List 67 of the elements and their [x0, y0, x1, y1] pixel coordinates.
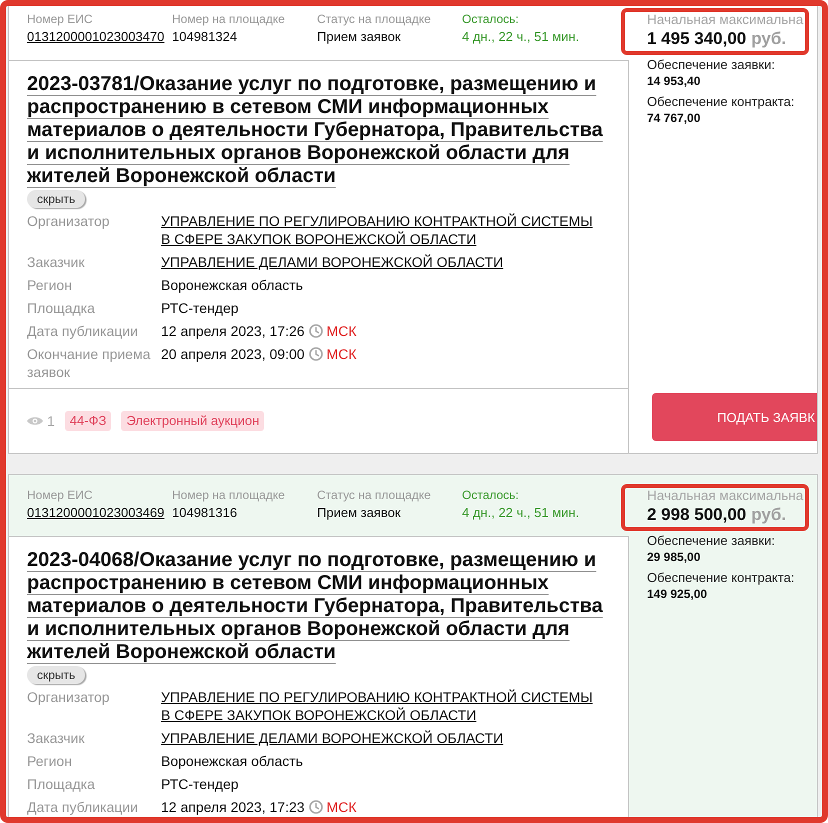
- detail-label: Площадка: [27, 299, 96, 317]
- timezone-label: МСК: [326, 798, 356, 816]
- tag: 44-ФЗ: [64, 411, 112, 431]
- detail-label: Регион: [27, 276, 73, 294]
- field-label: Статус на площадке: [317, 11, 431, 28]
- countdown-value: 4 дн., 22 ч., 51 мин.: [462, 504, 580, 521]
- field-label: Номер на площадке: [172, 487, 285, 504]
- field-label: Номер на площадке: [172, 11, 285, 28]
- guarantee-label: Обеспечение заявки:: [647, 533, 775, 549]
- detail-label: Организатор: [27, 688, 111, 707]
- apply-button[interactable]: ПОДАТЬ ЗАЯВК: [652, 393, 817, 441]
- field-value: Прием заявок: [317, 504, 401, 521]
- date-value: 20 апреля 2023, 09:00: [161, 345, 305, 363]
- field-label: Номер ЕИС: [27, 487, 93, 504]
- detail-value: РТС-тендер: [161, 300, 239, 316]
- field-value: 104981324: [172, 28, 238, 45]
- guarantee-value: 14 953,40: [647, 73, 700, 90]
- timezone-label: МСК: [326, 322, 356, 340]
- guarantee-label: Обеспечение заявки:: [647, 57, 775, 73]
- guarantee-label: Обеспечение контракта:: [647, 94, 794, 110]
- detail-label: Заказчик: [27, 729, 86, 747]
- field-value: Прием заявок: [317, 28, 401, 45]
- view-count: 1: [47, 413, 55, 429]
- detail-value: РТС-тендер: [161, 776, 239, 792]
- detail-label: Заказчик: [27, 253, 86, 271]
- countdown-label: Осталось:: [462, 11, 519, 28]
- detail-label: Дата публикации: [27, 798, 139, 816]
- detail-label: Площадка: [27, 775, 96, 793]
- detail-label: Регион: [27, 752, 73, 770]
- tag: Электронный аукцион: [121, 411, 264, 431]
- price-label: Начальная максимальна: [647, 11, 804, 28]
- date-value: 12 апреля 2023, 17:26: [161, 322, 305, 340]
- registry-number-link[interactable]: 0131200001023003469: [27, 504, 164, 521]
- clock-icon: [308, 347, 323, 361]
- guarantee-value: 149 925,00: [647, 586, 708, 603]
- guarantee-value: 74 767,00: [647, 110, 700, 127]
- field-label: Статус на площадке: [317, 487, 431, 504]
- hide-button[interactable]: скрыть: [27, 666, 86, 684]
- price-amount: 1 495 340,00: [647, 28, 746, 49]
- field-value: 104981316: [172, 504, 238, 521]
- registry-number-link[interactable]: 0131200001023003470: [27, 28, 164, 45]
- organization-link[interactable]: УПРАВЛЕНИЕ ПО РЕГУЛИРОВАНИЮ КОНТРАКТНОЙ СИСТЕМЫ В СФЕРЕ ЗАКУПОК ВОРОНЕЖСКОЙ ОБЛАСТИ: [161, 688, 605, 724]
- clock-icon: [308, 324, 323, 338]
- currency-label: руб.: [751, 504, 786, 525]
- detail-value: Воронежская область: [161, 753, 303, 769]
- guarantee-value: 29 985,00: [647, 549, 700, 566]
- timezone-label: МСК: [326, 345, 356, 363]
- organization-link[interactable]: УПРАВЛЕНИЕ ПО РЕГУЛИРОВАНИЮ КОНТРАКТНОЙ СИСТЕМЫ В СФЕРЕ ЗАКУПОК ВОРОНЕЖСКОЙ ОБЛАСТИ: [161, 212, 605, 248]
- organization-link[interactable]: УПРАВЛЕНИЕ ДЕЛАМИ ВОРОНЕЖСКОЙ ОБЛАСТИ: [161, 729, 504, 747]
- date-value: 12 апреля 2023, 17:23: [161, 798, 305, 816]
- clock-icon: [308, 800, 323, 814]
- price-label: Начальная максимальна: [647, 487, 804, 504]
- tender-title-link[interactable]: 2023-04068/Оказание услуг по подготовке, размещению и распространению в сетевом СМИ информационных материалов о деятельности Губернатора, Правительства и исполнительных органов Воронежской области для жителей Воронежской области: [27, 549, 616, 664]
- detail-label: Окончание приема заявок: [27, 345, 152, 381]
- currency-label: руб.: [751, 28, 786, 49]
- detail-label: Дата публикации: [27, 322, 139, 340]
- detail-label: Организатор: [27, 212, 111, 231]
- detail-value: Воронежская область: [161, 277, 303, 293]
- organization-link[interactable]: УПРАВЛЕНИЕ ДЕЛАМИ ВОРОНЕЖСКОЙ ОБЛАСТИ: [161, 253, 504, 271]
- hide-button[interactable]: скрыть: [27, 190, 86, 208]
- price-amount: 2 998 500,00: [647, 504, 746, 525]
- eye-icon: [27, 416, 43, 426]
- tender-title-link[interactable]: 2023-03781/Оказание услуг по подготовке, размещению и распространению в сетевом СМИ информационных материалов о деятельности Губернатора, Правительства и исполнительных органов Воронежской области для жителей Воронежской области: [27, 73, 616, 188]
- guarantee-label: Обеспечение контракта:: [647, 570, 794, 586]
- countdown-label: Осталось:: [462, 487, 519, 504]
- countdown-value: 4 дн., 22 ч., 51 мин.: [462, 28, 580, 45]
- field-label: Номер ЕИС: [27, 11, 93, 28]
